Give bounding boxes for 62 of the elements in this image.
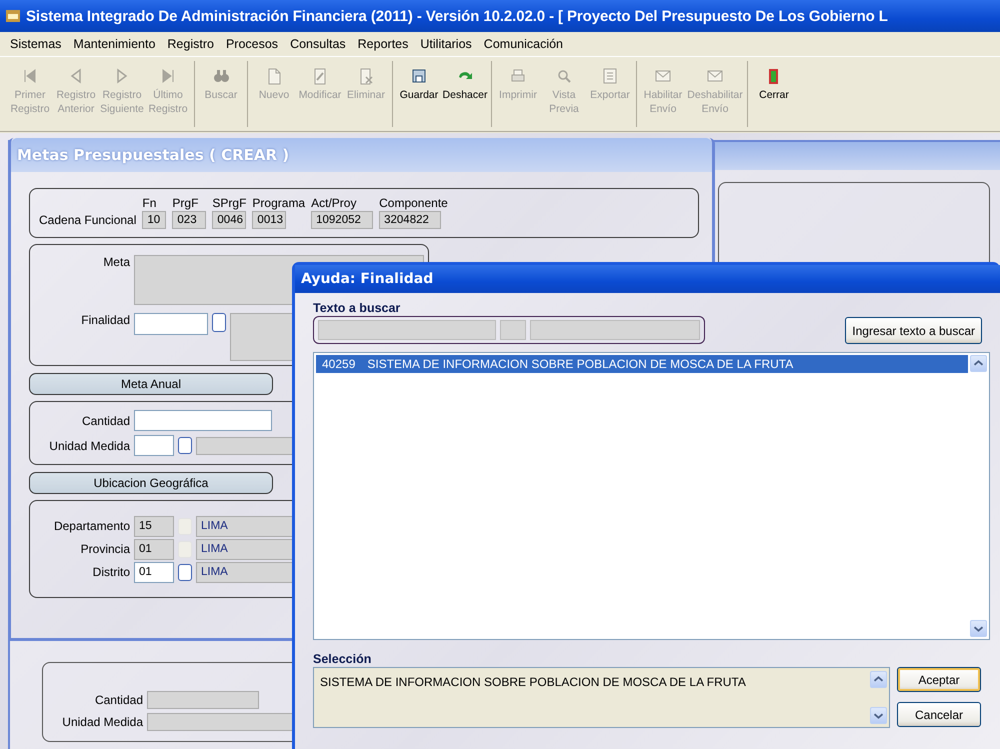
- menu-item[interactable]: Reportes: [352, 37, 414, 51]
- binoculars-icon: [212, 67, 230, 85]
- form-title: Metas Presupuestales ( CREAR ): [11, 138, 712, 172]
- scroll-down-icon[interactable]: [970, 620, 987, 637]
- lookup-button[interactable]: [178, 437, 192, 454]
- selection-text-area[interactable]: SISTEMA DE INFORMACION SOBRE POBLACION DE MOSCA DE LA FRUTA: [313, 667, 890, 728]
- section-heading: Ubicacion Geográfica: [29, 472, 273, 494]
- cancel-button[interactable]: Cancelar: [897, 702, 981, 727]
- readonly-field: 1092052: [311, 211, 374, 229]
- field-label: Provincia: [80, 542, 130, 556]
- column-header: Componente: [379, 196, 448, 210]
- field-label: Finalidad: [80, 313, 130, 327]
- field-label: Cadena Funcional: [39, 213, 136, 229]
- readonly-field: 3204822: [379, 211, 442, 229]
- field-label: Meta: [102, 255, 130, 269]
- field-label: Distrito: [92, 565, 130, 579]
- field-label: Cantidad: [80, 414, 130, 428]
- readonly-field: 0046: [212, 211, 246, 229]
- column-header: Programa: [252, 196, 306, 210]
- window-title: Sistema Integrado De Administración Financiera (2011) - Versión 10.2.02.0 - [ Proyecto Del Presupuesto De Los Gobierno L: [26, 8, 888, 24]
- input-field[interactable]: [134, 435, 174, 456]
- column-header: SPrgF: [212, 196, 246, 210]
- column-header: Fn: [142, 196, 156, 210]
- section-label: Selección: [313, 652, 372, 666]
- field-label: Unidad Medida: [61, 715, 143, 729]
- scroll-up-icon[interactable]: [870, 671, 887, 688]
- menu-item[interactable]: Mantenimiento: [67, 37, 162, 51]
- menu-item[interactable]: Comunicación: [478, 37, 570, 51]
- scroll-up-icon[interactable]: [970, 355, 987, 372]
- menu-item[interactable]: Procesos: [220, 37, 284, 51]
- readonly-field: 10: [142, 211, 166, 229]
- column-header: PrgF: [172, 196, 198, 210]
- save-icon: [410, 67, 428, 85]
- section-label: Texto a buscar: [313, 301, 402, 315]
- scroll-down-icon[interactable]: [870, 707, 887, 724]
- toolbar-button[interactable]: Cerrar: [751, 61, 797, 127]
- readonly-field: 0013: [252, 211, 286, 229]
- readonly-field: 023: [172, 211, 206, 229]
- search-text-button[interactable]: Ingresar texto a buscar: [845, 317, 982, 344]
- code-field: 15: [134, 516, 174, 536]
- menu-item[interactable]: Consultas: [284, 37, 352, 51]
- code-field: 01: [134, 538, 174, 560]
- lookup-button[interactable]: [178, 564, 192, 580]
- field-label: Departamento: [52, 519, 130, 533]
- list-item[interactable]: 40259 SISTEMA DE INFORMACION SOBRE POBLACION DE MOSCA DE LA FRUTA: [316, 355, 968, 373]
- section-heading: Meta Anual: [29, 373, 273, 395]
- code-field[interactable]: 01: [134, 562, 174, 582]
- field-label: Unidad Medida: [48, 438, 130, 452]
- input-field[interactable]: [134, 410, 272, 431]
- lookup-button[interactable]: [212, 313, 226, 332]
- menu-item[interactable]: Sistemas: [4, 37, 68, 51]
- menu-item[interactable]: Utilitarios: [414, 37, 478, 51]
- dialog-title: Ayuda: Finalidad: [295, 265, 1000, 293]
- input-field[interactable]: [134, 313, 208, 335]
- toolbar-button[interactable]: Deshacer: [442, 61, 488, 127]
- toolbar-button[interactable]: Guardar: [396, 61, 442, 127]
- menu-item[interactable]: Registro: [161, 37, 220, 51]
- document-icon: [601, 67, 619, 85]
- field-label: Cantidad: [94, 693, 143, 707]
- column-header: Act/Proy: [311, 196, 356, 210]
- app-icon: [6, 10, 20, 22]
- accept-button[interactable]: Aceptar: [897, 667, 981, 692]
